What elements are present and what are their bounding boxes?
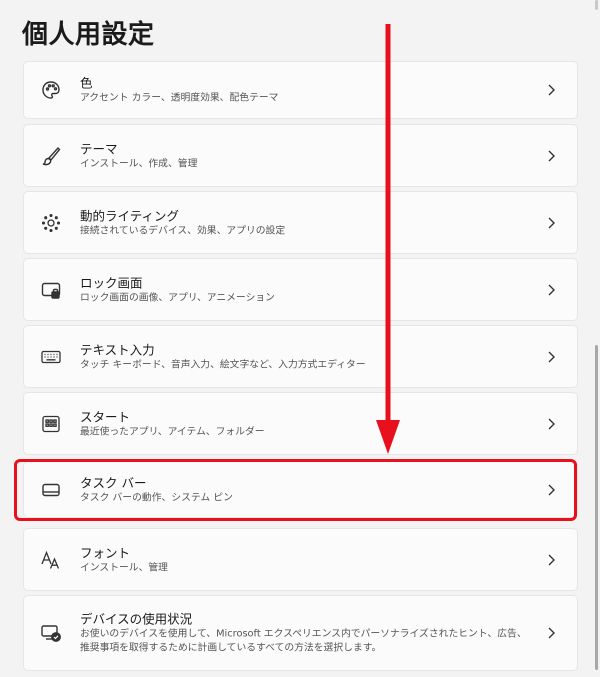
settings-item-subtitle: インストール、作成、管理 <box>80 158 198 169</box>
settings-item-lock-screen[interactable]: ロック画面 ロック画面の画像、アプリ、アニメーション <box>23 258 578 321</box>
settings-item-subtitle: お使いのデバイスを使用して、Microsoft エクスペリエンス内でパーソナライ… <box>80 628 527 654</box>
settings-item-subtitle: インストール、管理 <box>80 562 168 573</box>
scrollbar-thumb[interactable] <box>595 345 598 670</box>
settings-item-title: フォント <box>80 545 131 560</box>
settings-item-start[interactable]: スタート 最近使ったアプリ、アイテム、フォルダー <box>23 392 578 455</box>
settings-item-subtitle: タッチ キーボード、音声入力、絵文字など、入力方式エディター <box>80 359 366 370</box>
settings-item-fonts[interactable]: フォント インストール、管理 <box>23 528 578 591</box>
device-usage-icon <box>40 622 62 644</box>
settings-item-title: ロック画面 <box>80 275 143 290</box>
settings-item-color[interactable]: 色 アクセント カラー、透明度効果、配色テーマ <box>23 61 578 119</box>
taskbar-icon <box>40 479 62 501</box>
settings-item-text-input[interactable]: テキスト入力 タッチ キーボード、音声入力、絵文字など、入力方式エディター <box>23 325 578 388</box>
lighting-icon <box>40 212 62 234</box>
settings-item-subtitle: アクセント カラー、透明度効果、配色テーマ <box>80 92 279 104</box>
font-icon <box>40 549 62 571</box>
settings-item-title: テキスト入力 <box>80 342 155 357</box>
settings-item-dynamic-lighting[interactable]: 動的ライティング 接続されているデバイス、効果、アプリの設定 <box>23 191 578 254</box>
chevron-right-icon <box>548 217 555 228</box>
scrollbar-top <box>595 0 598 10</box>
settings-item-theme[interactable]: テーマ インストール、作成、管理 <box>23 124 578 187</box>
start-icon <box>40 413 62 435</box>
palette-icon <box>40 79 62 101</box>
settings-item-subtitle: ロック画面の画像、アプリ、アニメーション <box>80 292 275 303</box>
chevron-right-icon <box>548 418 555 429</box>
page-title: 個人用設定 <box>22 20 155 50</box>
brush-icon <box>40 145 62 167</box>
lock-screen-icon <box>40 279 62 301</box>
settings-item-title: 動的ライティング <box>80 208 180 223</box>
settings-item-taskbar[interactable]: タスク バー タスク バーの動作、システム ピン <box>23 461 578 518</box>
chevron-right-icon <box>548 150 555 161</box>
keyboard-icon <box>40 346 62 368</box>
chevron-right-icon <box>548 284 555 295</box>
chevron-right-icon <box>548 484 555 495</box>
settings-item-subtitle: 接続されているデバイス、効果、アプリの設定 <box>80 225 286 236</box>
settings-item-title: テーマ <box>80 141 118 156</box>
settings-item-title: デバイスの使用状況 <box>80 611 193 627</box>
chevron-right-icon <box>548 627 555 639</box>
settings-item-title: タスク バー <box>80 475 147 490</box>
settings-item-subtitle: タスク バーの動作、システム ピン <box>80 492 233 503</box>
chevron-right-icon <box>548 554 555 565</box>
settings-item-subtitle: 最近使ったアプリ、アイテム、フォルダー <box>80 426 265 437</box>
chevron-right-icon <box>548 351 555 362</box>
settings-item-device-usage[interactable]: デバイスの使用状況 お使いのデバイスを使用して、Microsoft エクスペリエ… <box>23 595 578 671</box>
chevron-right-icon <box>548 84 555 96</box>
settings-item-title: 色 <box>80 75 93 91</box>
settings-item-title: スタート <box>80 409 131 424</box>
